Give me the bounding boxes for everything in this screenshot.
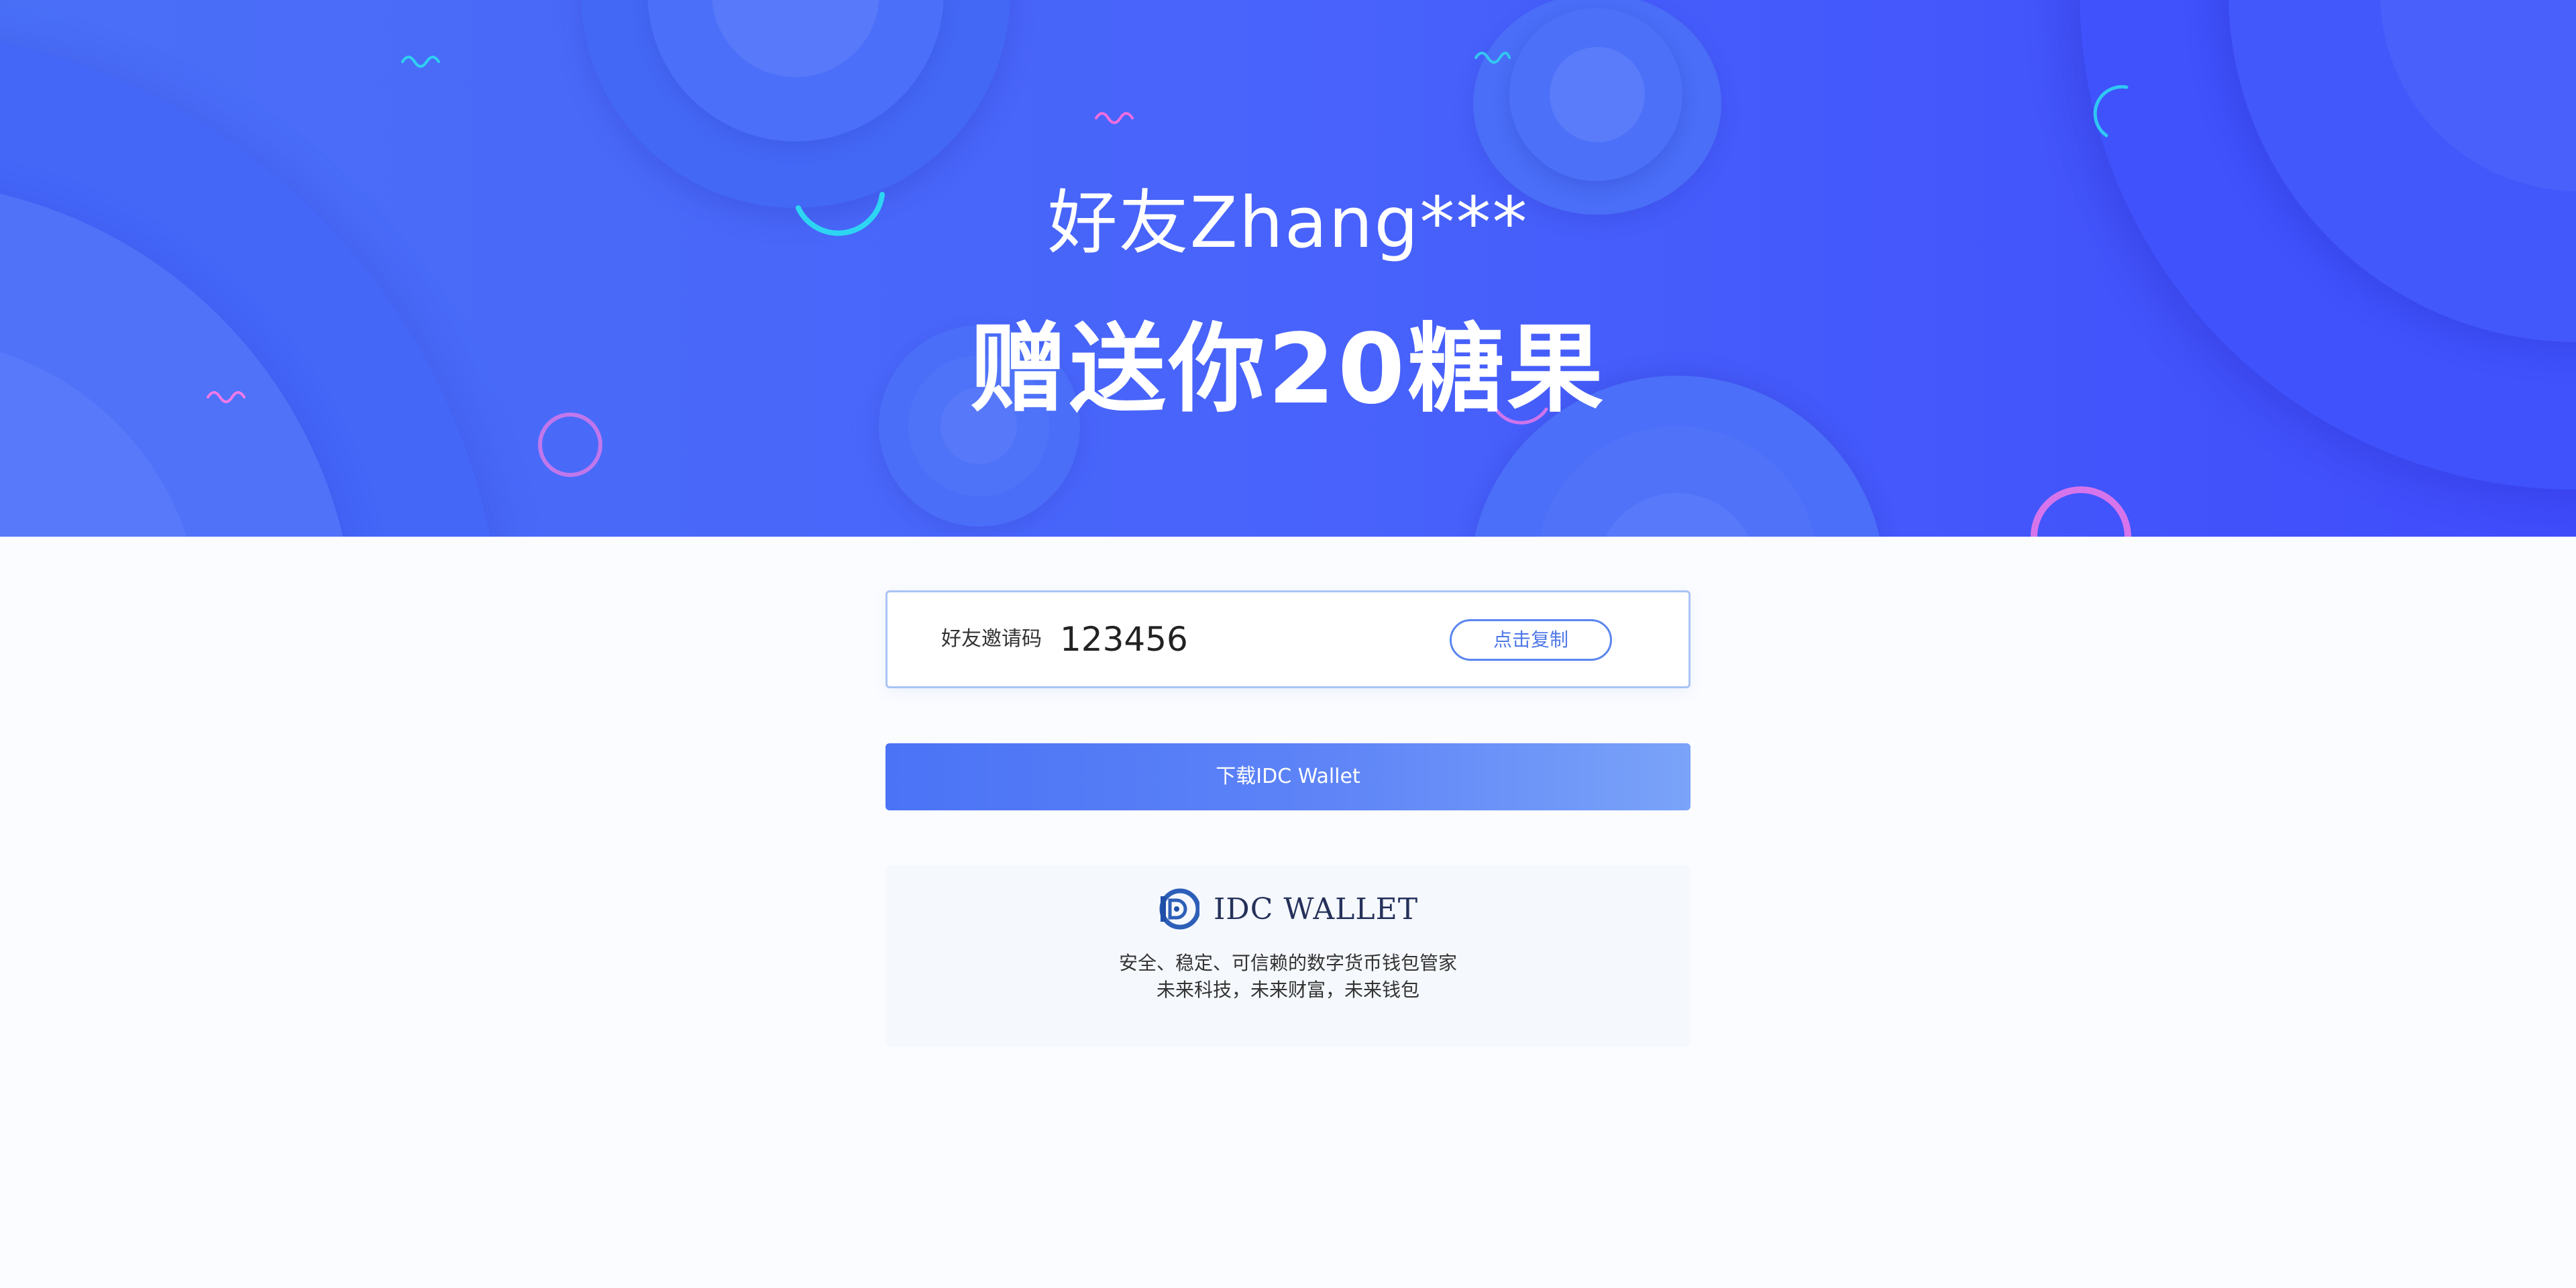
brand-name: IDC WALLET	[1214, 892, 1419, 926]
decor-wave-pink-top	[1095, 112, 1134, 124]
invite-code-value: 123456	[1060, 620, 1188, 659]
invite-code-card: 好友邀请码 123456 点击复制	[885, 590, 1690, 688]
decor-arc-cyan-right	[2093, 85, 2129, 138]
gift-amount-heading: 赠送你20糖果	[969, 313, 1607, 425]
brand-tagline-2: 未来科技，未来财富，未来钱包	[1156, 979, 1419, 1001]
decor-wave-cyan-center	[1474, 52, 1511, 64]
brand-row: IDC WALLET	[885, 888, 1690, 935]
decor-circle-pink-left	[538, 413, 602, 477]
download-button[interactable]: 下载IDC Wallet	[885, 743, 1690, 810]
copy-code-button[interactable]: 点击复制	[1450, 619, 1612, 661]
decor-wave-cyan-left	[401, 56, 440, 68]
friend-name-heading: 好友Zhang***	[1047, 182, 1529, 264]
idc-wallet-logo-icon	[1159, 888, 1199, 930]
brand-panel: IDC WALLET 安全、稳定、可信赖的数字货币钱包管家 未来科技，未来财富，…	[885, 865, 1690, 1046]
hero-banner: 好友Zhang*** 赠送你20糖果	[0, 0, 2576, 537]
invite-code-label: 好友邀请码	[941, 627, 1042, 651]
decor-arc-pink-bottom	[2031, 486, 2131, 537]
decor-shapes	[207, 52, 2131, 537]
brand-tagline-1: 安全、稳定、可信赖的数字货币钱包管家	[1118, 952, 1457, 974]
